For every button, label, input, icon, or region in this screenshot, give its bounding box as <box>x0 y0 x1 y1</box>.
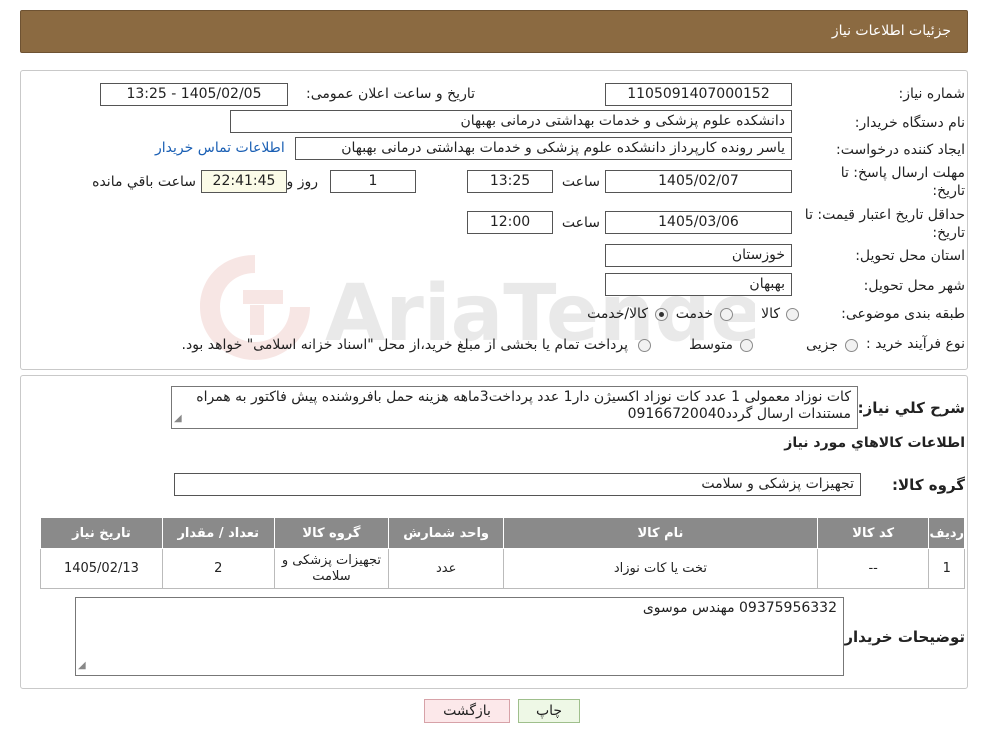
category-goods-radio[interactable] <box>786 308 799 321</box>
col-goods-group: گروه کالا <box>273 517 390 549</box>
province-field: خوزستان <box>605 244 792 267</box>
remaining-label: ساعت باقي مانده <box>92 174 196 190</box>
requester-label: ایجاد کننده درخواست: <box>836 142 965 158</box>
cell-need-date: 1405/02/13 <box>40 548 163 589</box>
need-number-field: 1105091407000152 <box>605 83 792 106</box>
validity-label: حداقل تاریخ اعتبار قیمت: تا <box>804 207 965 223</box>
category-goods-service-option: کالا/خدمت <box>587 306 648 322</box>
deadline-label-line2: تاریخ: <box>932 183 965 199</box>
validity-label-line2: تاریخ: <box>932 225 965 241</box>
buyer-org-field: دانشکده علوم پزشکی و خدمات بهداشتی درمان… <box>230 110 792 133</box>
resize-grip-icon[interactable]: ◢ <box>174 410 182 427</box>
announce-label: تاریخ و ساعت اعلان عمومی: <box>306 86 475 102</box>
col-row-number: رديف <box>928 517 965 549</box>
process-medium-radio[interactable] <box>740 339 753 352</box>
category-service-option: خدمت <box>675 306 713 322</box>
goods-table-header: رديف کد کالا نام کالا واحد شمارش گروه کا… <box>40 517 965 549</box>
back-button[interactable]: بازگشت <box>424 699 510 723</box>
cell-item-code: -- <box>816 548 930 589</box>
description-text: کات نوزاد معمولی 1 عدد کات نوزاد اکسیژن … <box>196 389 851 422</box>
col-need-date: تاریخ نیاز <box>40 517 163 549</box>
col-quantity: تعداد / مقدار <box>161 517 275 549</box>
table-row: 1 -- تخت یا کات نوزاد عدد تجهیزات پزشکی … <box>40 548 965 589</box>
category-label: طبقه بندی موضوعی: <box>841 306 965 322</box>
process-minor-option: جزیی <box>806 337 838 353</box>
process-medium-option: متوسط <box>689 337 733 353</box>
process-minor-radio[interactable] <box>845 339 858 352</box>
page-title: جزئیات اطلاعات نیاز <box>831 23 951 39</box>
province-label: استان محل تحویل: <box>855 248 965 264</box>
announce-datetime-field: 1405/02/05 - 13:25 <box>100 83 288 106</box>
description-label: شرح کلي نياز: <box>857 399 965 417</box>
resize-grip-icon[interactable]: ◢ <box>78 657 86 674</box>
city-field: بهبهان <box>605 273 792 296</box>
requester-field: یاسر رونده کارپرداز دانشکده علوم پزشکی و… <box>295 137 792 160</box>
buyer-notes-label: توضیحات خریدار: <box>838 628 965 646</box>
description-textarea[interactable]: کات نوزاد معمولی 1 عدد کات نوزاد اکسیژن … <box>171 386 858 429</box>
process-label: نوع فرآیند خرید : <box>866 336 965 352</box>
deadline-time-label: ساعت <box>561 174 600 190</box>
deadline-label: مهلت ارسال پاسخ: تا <box>840 165 965 181</box>
page-header: جزئیات اطلاعات نیاز <box>20 10 968 53</box>
col-item-code: کد کالا <box>816 517 930 549</box>
category-goods-service-radio[interactable] <box>655 308 668 321</box>
goods-section-title: اطلاعات کالاهاي مورد نياز <box>784 435 965 451</box>
remaining-time-field: 22:41:45 <box>201 170 287 193</box>
buyer-notes-textarea[interactable]: 09375956332 مهندس موسوی ◢ <box>75 597 844 676</box>
cell-row-number: 1 <box>928 548 965 589</box>
cell-unit: عدد <box>388 548 505 589</box>
cell-quantity: 2 <box>161 548 275 589</box>
col-unit: واحد شمارش <box>388 517 505 549</box>
city-label: شهر محل تحویل: <box>863 278 965 294</box>
need-number-label: شماره نیاز: <box>898 86 966 102</box>
validity-time-label: ساعت <box>561 215 600 231</box>
col-item-name: نام کالا <box>503 517 818 549</box>
cell-goods-group: تجهیزات پزشکی و سلامت <box>273 548 390 589</box>
validity-date-field: 1405/03/06 <box>605 211 792 234</box>
print-button[interactable]: چاپ <box>518 699 580 723</box>
treasury-note: پرداخت تمام یا بخشی از مبلغ خرید،از محل … <box>181 337 628 353</box>
buyer-org-label: نام دستگاه خریدار: <box>854 115 965 131</box>
treasury-checkbox[interactable] <box>638 339 651 352</box>
buyer-contact-link[interactable]: اطلاعات تماس خریدار <box>155 140 285 156</box>
category-service-radio[interactable] <box>720 308 733 321</box>
validity-time-field: 12:00 <box>467 211 553 234</box>
days-field: 1 <box>330 170 416 193</box>
category-goods-option: کالا <box>761 306 780 322</box>
goods-table: رديف کد کالا نام کالا واحد شمارش گروه کا… <box>40 517 965 589</box>
days-label: روز و <box>286 174 319 190</box>
cell-item-name: تخت یا کات نوزاد <box>503 548 818 589</box>
deadline-time-field: 13:25 <box>467 170 553 193</box>
deadline-date-field: 1405/02/07 <box>605 170 792 193</box>
goods-group-field: تجهیزات پزشکی و سلامت <box>174 473 861 496</box>
buyer-notes-text: 09375956332 مهندس موسوی <box>642 600 837 616</box>
goods-group-label: گروه کالا: <box>892 476 965 494</box>
